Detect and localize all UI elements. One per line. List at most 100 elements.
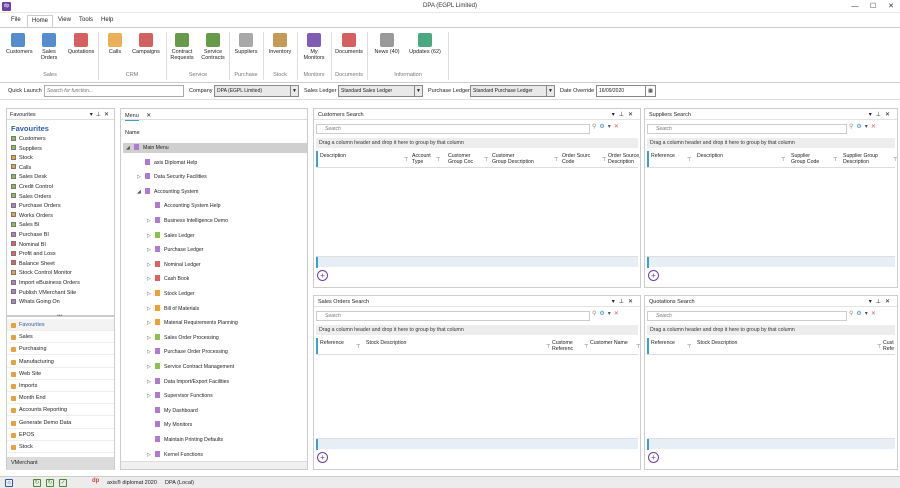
filter-icon[interactable]: ⊤ <box>687 157 691 163</box>
filter-icon[interactable]: ⊤ <box>636 344 640 350</box>
expand-arrow-icon[interactable]: ▷ <box>147 231 155 241</box>
menu-tree-item[interactable]: ▷ Data Security Facilities <box>137 172 207 182</box>
menu-tree-item[interactable]: ▷ Business Intelligence Demo <box>147 216 228 226</box>
nav-item-web-site[interactable]: Web Site <box>7 368 114 380</box>
favourite-item[interactable]: Publish VMerchant Site <box>11 289 76 298</box>
gear-icon[interactable]: ⚙ <box>599 311 607 317</box>
close-icon[interactable]: ✕ <box>146 113 151 119</box>
menu-tree-item[interactable]: ◢ Main Menu <box>123 143 307 153</box>
dropdown-icon[interactable]: ▾ <box>869 112 876 118</box>
column-header[interactable]: Customer Name <box>590 340 628 346</box>
favourite-item[interactable]: Purchase Orders <box>11 202 61 211</box>
ribbon-suppliers-button[interactable]: Suppliers <box>232 33 260 55</box>
column-header[interactable]: Stock Description <box>697 340 737 346</box>
filter-icon[interactable]: ⊤ <box>687 344 691 350</box>
column-header[interactable]: Reference <box>320 340 344 346</box>
close-icon[interactable]: ✕ <box>885 112 894 118</box>
nav-item-purchasing[interactable]: Purchasing <box>7 343 114 356</box>
favourite-item[interactable]: Whats Going On <box>11 298 60 307</box>
menu-tree-item[interactable]: Accounting System Help <box>147 201 221 211</box>
favourite-item[interactable]: Profit and Loss <box>11 250 56 259</box>
menu-tree-item[interactable]: axis Diplomat Help <box>137 158 197 168</box>
date-override-field[interactable]: 16/09/2020 ▦ <box>596 85 656 97</box>
group-by-area[interactable]: Drag a column header and drop it here to… <box>647 138 895 148</box>
expand-arrow-icon[interactable]: ▷ <box>147 260 155 270</box>
expand-arrow-icon[interactable]: ▷ <box>147 391 155 401</box>
column-header[interactable]: Reference <box>651 153 675 159</box>
menu-tree-item[interactable]: ▷ Sales Order Processing <box>147 333 219 343</box>
purchase-ledger-select[interactable]: Standard Purchase Ledger ▼ <box>470 85 555 97</box>
clear-icon[interactable]: ✕ <box>614 124 622 130</box>
ribbon-calls-button[interactable]: Calls <box>104 33 126 55</box>
menu-tree-item[interactable]: ◢ Accounting System <box>137 187 198 197</box>
filter-icon[interactable]: ⊤ <box>554 157 558 163</box>
column-header[interactable]: Cust Refe <box>883 340 894 352</box>
column-header[interactable]: Description <box>320 153 346 159</box>
expand-arrow-icon[interactable]: ◢ <box>126 143 134 153</box>
column-header[interactable]: Reference <box>651 340 675 346</box>
panel-search-input[interactable] <box>647 124 847 134</box>
sync-icon[interactable]: ↻ <box>46 479 54 487</box>
menu-tree-item[interactable]: ▷ Data Import/Export Facilities <box>147 377 229 387</box>
expand-arrow-icon[interactable]: ▷ <box>147 333 155 343</box>
check-icon[interactable]: ✓ <box>59 479 67 487</box>
menu-tree-item[interactable]: ▷ Kernel Functions <box>147 450 203 460</box>
favourite-item[interactable]: Import eBusiness Orders <box>11 279 80 288</box>
ribbon-service-contracts-button[interactable]: Service Contracts <box>200 33 226 61</box>
column-header[interactable]: Supplier Group Code <box>791 153 819 165</box>
ribbon-customers-button[interactable]: Customers <box>6 33 33 55</box>
nav-item-generate-demo-data[interactable]: Generate Demo Data <box>7 417 114 429</box>
ribbon-news-button[interactable]: News (40) <box>370 33 404 55</box>
gear-icon[interactable]: ⚙ <box>856 124 864 130</box>
close-icon[interactable]: ✕ <box>885 299 894 305</box>
favourite-item[interactable]: Works Orders <box>11 212 53 221</box>
favourite-item[interactable]: Sales Desk <box>11 173 47 182</box>
minimize-button[interactable]: — <box>846 1 864 12</box>
menu-home[interactable]: Home <box>27 15 54 27</box>
panel-search-input[interactable] <box>316 124 590 134</box>
expand-arrow-icon[interactable]: ▷ <box>147 216 155 226</box>
menu-tree-item[interactable]: ▷ Service Contract Management <box>147 362 234 372</box>
close-icon[interactable]: ✕ <box>628 112 637 118</box>
add-icon[interactable]: + <box>317 270 328 281</box>
ribbon-inventory-button[interactable]: Inventory <box>267 33 293 55</box>
menu-tree-item[interactable]: ▷ Bill of Materials <box>147 304 199 314</box>
pin-icon[interactable]: ⊥ <box>876 299 885 305</box>
menu-tree-item[interactable]: My Dashboard <box>147 406 198 416</box>
column-header[interactable]: Customer Group Coc <box>448 153 473 165</box>
nav-item-month-end[interactable]: Month End <box>7 392 114 405</box>
filter-icon[interactable]: ⊤ <box>638 157 640 163</box>
menu-tree-item[interactable]: ▷ Nominal Ledger <box>147 260 201 270</box>
refresh-icon[interactable]: ↻ <box>33 479 41 487</box>
filter-icon[interactable]: ⊤ <box>602 157 606 163</box>
ribbon-quotations-button[interactable]: Quotations <box>66 33 96 55</box>
menu-file[interactable]: File <box>7 15 25 27</box>
expand-arrow-icon[interactable]: ▷ <box>147 362 155 372</box>
clear-icon[interactable]: ✕ <box>871 124 879 130</box>
filter-icon[interactable]: ⊤ <box>436 157 440 163</box>
dropdown-icon[interactable]: ▾ <box>612 299 619 305</box>
group-by-area[interactable]: Drag a column header and drop it here to… <box>316 138 638 148</box>
company-select[interactable]: DPA (EGPL Limited) ▼ <box>214 85 299 97</box>
menu-tab[interactable]: Menu <box>125 113 139 121</box>
clear-icon[interactable]: ✕ <box>614 311 622 317</box>
filter-icon[interactable]: ⊤ <box>584 344 588 350</box>
pin-icon[interactable]: ⊥ <box>876 112 885 118</box>
home-icon[interactable]: ⌂ <box>5 479 13 487</box>
horizontal-scrollbar[interactable] <box>121 461 307 469</box>
ribbon-documents-button[interactable]: Documents <box>334 33 364 55</box>
expand-arrow-icon[interactable]: ▷ <box>147 274 155 284</box>
pin-icon[interactable]: ⊥ <box>619 299 628 305</box>
expand-arrow-icon[interactable]: ▷ <box>147 450 155 460</box>
filter-icon[interactable]: ⊤ <box>404 157 408 163</box>
sales-ledger-select[interactable]: Standard Sales Ledger ▼ <box>338 85 423 97</box>
menu-tree-item[interactable]: My Monitors <box>147 420 192 430</box>
nav-item-epos[interactable]: EPOS <box>7 429 114 441</box>
favourite-item[interactable]: Balance Sheet <box>11 260 55 269</box>
column-header[interactable]: Order Source Description <box>608 153 639 165</box>
menu-view[interactable]: View <box>54 15 75 27</box>
filter-icon[interactable]: ⊤ <box>833 157 837 163</box>
menu-tree-item[interactable]: ▷ Purchase Order Processing <box>147 347 228 357</box>
expand-arrow-icon[interactable]: ▷ <box>147 289 155 299</box>
favourite-item[interactable]: Sales Orders <box>11 193 51 202</box>
